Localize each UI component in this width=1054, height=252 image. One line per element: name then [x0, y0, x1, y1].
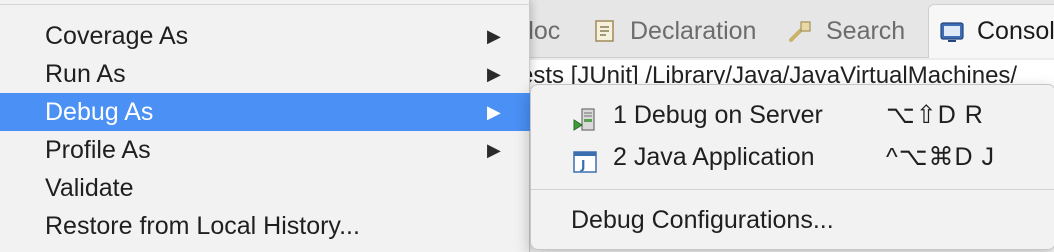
menu-item-label: Profile As: [45, 136, 151, 164]
menu-item-run-as[interactable]: Run As ▶: [0, 55, 530, 93]
tab-declaration[interactable]: Declaration: [592, 8, 756, 54]
debug-on-server-icon: [573, 103, 597, 131]
svg-text:J: J: [580, 158, 585, 172]
tab-console[interactable]: Consol: [928, 4, 1054, 58]
eclipse-window: doc Declaration Search Consol ests [JUni…: [0, 0, 1054, 252]
menu-item-coverage-as[interactable]: Coverage As ▶: [0, 17, 530, 55]
menu-item-label: Run As: [45, 60, 126, 88]
context-menu: Coverage As ▶ Run As ▶ Debug As ▶ Profil…: [0, 0, 530, 252]
submenu-separator: [531, 189, 1054, 190]
declaration-icon: [592, 18, 618, 44]
menu-item-label: Debug As: [45, 98, 154, 126]
keyboard-shortcut: ⌥⇧D R: [886, 101, 984, 129]
submenu-item-debug-configurations[interactable]: Debug Configurations...: [531, 199, 1051, 241]
java-application-icon: J: [573, 145, 597, 173]
tab-console-label: Consol: [977, 17, 1054, 45]
submenu-arrow-icon: ▶: [487, 26, 501, 46]
tab-search-label: Search: [826, 16, 906, 45]
menu-separator: [0, 4, 530, 5]
submenu-item-label: Debug Configurations...: [571, 206, 834, 234]
submenu-item-label: 2 Java Application: [613, 143, 815, 171]
keyboard-shortcut: ^⌥⌘D J: [886, 143, 996, 171]
submenu-arrow-icon: ▶: [487, 102, 501, 122]
submenu-arrow-icon: ▶: [487, 140, 501, 160]
console-icon: [939, 19, 965, 45]
menu-item-validate[interactable]: Validate: [0, 169, 530, 207]
menu-item-label: Coverage As: [45, 22, 189, 50]
menu-item-restore-from-local-history[interactable]: Restore from Local History...: [0, 207, 530, 245]
debug-as-submenu: 1 Debug on Server ⌥⇧D R J 2 Java Applica…: [530, 84, 1054, 250]
search-icon: [788, 18, 814, 44]
tab-declaration-label: Declaration: [630, 16, 757, 45]
submenu-item-label: 1 Debug on Server: [613, 101, 823, 129]
tab-search[interactable]: Search: [788, 8, 905, 54]
submenu-arrow-icon: ▶: [487, 64, 501, 84]
menu-item-label: Restore from Local History...: [45, 212, 360, 240]
menu-item-profile-as[interactable]: Profile As ▶: [0, 131, 530, 169]
menu-item-label: Validate: [45, 174, 134, 202]
menu-item-debug-as[interactable]: Debug As ▶: [0, 93, 530, 131]
submenu-item-debug-on-server[interactable]: 1 Debug on Server ⌥⇧D R: [531, 94, 1051, 136]
submenu-item-java-application[interactable]: J 2 Java Application ^⌥⌘D J: [531, 136, 1051, 178]
